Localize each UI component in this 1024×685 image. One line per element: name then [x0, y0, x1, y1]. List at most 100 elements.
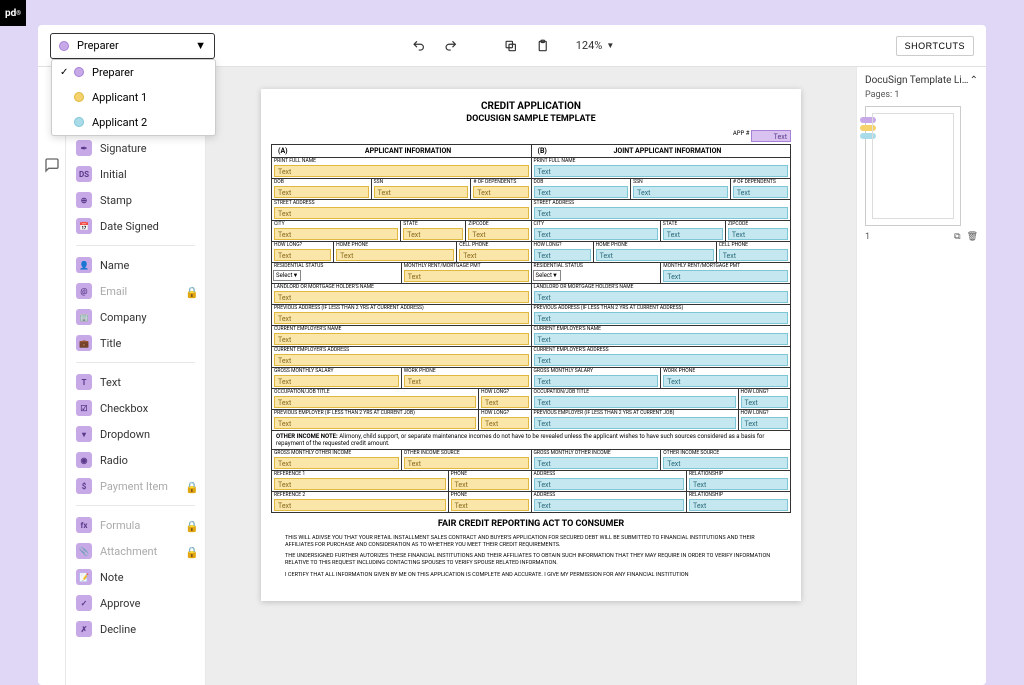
text-field[interactable]: Text	[534, 333, 789, 345]
document-page[interactable]: CREDIT APPLICATION DOCUSIGN SAMPLE TEMPL…	[261, 89, 801, 601]
role-option-applicant2[interactable]: Applicant 2	[52, 110, 215, 135]
text-field[interactable]: Text	[534, 396, 736, 408]
redo-button[interactable]	[442, 37, 460, 55]
text-field[interactable]: Text	[534, 457, 659, 469]
text-field[interactable]: Text	[274, 417, 476, 429]
document-canvas[interactable]: CREDIT APPLICATION DOCUSIGN SAMPLE TEMPL…	[206, 67, 856, 685]
field-radio[interactable]: ◉Radio	[66, 447, 205, 473]
chevron-up-icon[interactable]: ⌃	[970, 75, 978, 86]
text-field[interactable]: Text	[274, 165, 529, 177]
text-field[interactable]: Text	[473, 186, 528, 198]
text-field[interactable]: Text	[274, 249, 331, 261]
text-field[interactable]: Text	[274, 228, 398, 240]
field-note[interactable]: 📝Note	[66, 564, 205, 590]
text-field[interactable]: Text	[451, 499, 529, 511]
text-field[interactable]: Text	[274, 333, 529, 345]
field-label: Email	[100, 285, 127, 298]
select-label: Select	[536, 272, 553, 279]
text-field[interactable]: Text	[534, 417, 736, 429]
text-field[interactable]: Text	[274, 478, 446, 490]
text-field[interactable]: Text	[534, 354, 789, 366]
text-field[interactable]: Text	[404, 375, 529, 387]
field-label: Payment Item	[100, 480, 168, 493]
text-field[interactable]: Text	[274, 207, 529, 219]
text-field[interactable]: Text	[534, 207, 789, 219]
text-field[interactable]: Text	[274, 396, 476, 408]
field-label: Date Signed	[100, 220, 159, 233]
text-field[interactable]: Text	[403, 228, 463, 240]
text-field[interactable]: Text	[481, 417, 529, 429]
text-field[interactable]: Text	[459, 249, 528, 261]
text-field[interactable]: Text	[274, 354, 529, 366]
field-date-signed[interactable]: 📅Date Signed	[66, 213, 205, 239]
role-option-applicant1[interactable]: Applicant 1	[52, 85, 215, 110]
text-field[interactable]: Text	[274, 499, 446, 511]
text-field[interactable]: Text	[663, 375, 788, 387]
text-field[interactable]: Text	[741, 417, 789, 429]
field-company[interactable]: 🏢Company	[66, 304, 205, 330]
shortcuts-button[interactable]: SHORTCUTS	[896, 36, 974, 56]
text-field[interactable]: Text	[336, 249, 454, 261]
text-field[interactable]: Text	[534, 228, 658, 240]
delete-page-icon[interactable]: 🗑	[967, 232, 978, 242]
text-field[interactable]: Text	[719, 249, 788, 261]
field-name[interactable]: 👤Name	[66, 252, 205, 278]
text-field[interactable]: Text	[663, 228, 723, 240]
zoom-control[interactable]: 124% ▼	[576, 39, 615, 52]
text-field[interactable]: Text	[663, 270, 788, 282]
field-checkbox[interactable]: ☑Checkbox	[66, 395, 205, 421]
duplicate-page-icon[interactable]: ⧉	[954, 232, 960, 242]
toolbar: Preparer ▼ ✓ Preparer Applicant 1 Applic…	[38, 25, 986, 67]
text-field[interactable]: Text	[733, 186, 788, 198]
text-field[interactable]: Text	[741, 396, 789, 408]
comment-icon[interactable]	[44, 157, 60, 173]
undo-button[interactable]	[410, 37, 428, 55]
text-field[interactable]: Text	[274, 291, 529, 303]
text-field[interactable]: Text	[404, 457, 529, 469]
text-field[interactable]: Text	[374, 186, 469, 198]
text-field[interactable]: Text	[451, 478, 529, 490]
field-approve[interactable]: ✓Approve	[66, 590, 205, 616]
page-thumbnail[interactable]	[865, 106, 961, 226]
field-title[interactable]: 💼Title	[66, 330, 205, 356]
field-initial[interactable]: DSInitial	[66, 161, 205, 187]
text-field[interactable]: Text	[663, 457, 788, 469]
lock-icon: 🔒	[185, 481, 195, 491]
text-field[interactable]: Text	[274, 312, 529, 324]
text-field[interactable]: Text	[468, 228, 528, 240]
field-label: Text	[100, 376, 121, 389]
text-field[interactable]: Text	[728, 228, 788, 240]
text-field[interactable]: Text	[596, 249, 714, 261]
text-field[interactable]: Text	[534, 249, 591, 261]
role-selector[interactable]: Preparer ▼ ✓ Preparer Applicant 1 Applic…	[50, 33, 215, 59]
copy-button[interactable]	[502, 37, 520, 55]
text-field[interactable]: Text	[481, 396, 529, 408]
field-dropdown[interactable]: ▾Dropdown	[66, 421, 205, 447]
text-field[interactable]: Text	[534, 499, 685, 511]
paste-button[interactable]	[534, 37, 552, 55]
text-field[interactable]: Text	[404, 270, 529, 282]
caret-down-icon: ▼	[606, 41, 614, 50]
approve-icon: ✓	[76, 595, 92, 611]
select-field[interactable]: Select ▼	[533, 270, 561, 281]
role-option-preparer[interactable]: ✓ Preparer	[52, 60, 215, 85]
field-decline[interactable]: ✗Decline	[66, 616, 205, 642]
text-field[interactable]: Text	[534, 375, 659, 387]
text-field[interactable]: Text	[534, 312, 789, 324]
text-field[interactable]: Text	[534, 165, 789, 177]
text-field[interactable]: Text	[534, 186, 629, 198]
text-field[interactable]: Text	[689, 478, 788, 490]
text-field[interactable]: Text	[534, 478, 685, 490]
text-field[interactable]: Text	[274, 375, 399, 387]
text-field[interactable]: Text	[534, 291, 789, 303]
app-num-field[interactable]: Text	[751, 130, 791, 142]
text-field[interactable]: Text	[274, 186, 369, 198]
text-field[interactable]: Text	[274, 457, 399, 469]
text-field[interactable]: Text	[689, 499, 788, 511]
field-signature[interactable]: ✒Signature	[66, 135, 205, 161]
lock-icon: 🔒	[185, 286, 195, 296]
text-field[interactable]: Text	[633, 186, 728, 198]
select-field[interactable]: Select ▼	[273, 270, 301, 281]
field-text[interactable]: TText	[66, 369, 205, 395]
field-stamp[interactable]: ⊕Stamp	[66, 187, 205, 213]
